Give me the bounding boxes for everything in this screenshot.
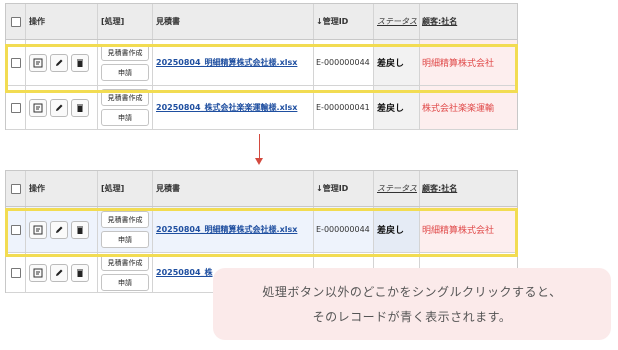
create-quote-button[interactable]: 見積書作成 [101,254,149,271]
table-header: 操作 [処理] 見積書 ↓管理ID ステータス 顧客:社名 [6,170,517,207]
apply-button[interactable]: 申請 [101,64,149,81]
management-id: E-000000044 [316,225,370,234]
header-status[interactable]: ステータス [374,171,420,206]
row-file-cell: 20250804_明細精算株式会社様.xlsx [153,40,314,85]
header-id[interactable]: ↓管理ID [314,4,374,39]
row-id-cell: E-000000041 [314,86,374,129]
row-select-cell [6,40,26,85]
table-header: 操作 [処理] 見積書 ↓管理ID ステータス 顧客:社名 [6,3,517,40]
file-link[interactable]: 20250804_株式会社楽楽運輸様.xlsx [156,102,297,113]
arrow-head [255,158,263,165]
header-select-all-cell [6,171,26,206]
view-icon[interactable] [29,263,47,282]
row-customer-cell: 明細精算株式会社 [420,40,517,85]
select-all-checkbox[interactable] [10,17,21,27]
management-id: E-000000044 [316,58,370,67]
create-quote-button[interactable]: 見積書作成 [101,211,149,228]
header-file[interactable]: 見積書 [153,171,314,206]
customer-name: 明細精算株式会社 [422,59,495,69]
table-row[interactable]: 見積書作成 申請 20250804_株式会社楽楽運輸様.xlsx E-00000… [6,86,517,130]
row-status-cell: 差戻し [374,207,420,252]
row-file-cell: 20250804_明細精算株式会社様.xlsx [153,207,314,252]
status-text: 差戻し [377,104,405,114]
table-row[interactable]: 見積書作成 申請 20250804_明細精算株式会社様.xlsx E-00000… [6,40,517,86]
row-checkbox[interactable] [10,57,21,68]
management-id: E-000000041 [316,103,370,112]
header-proc: [処理] [98,171,153,206]
row-customer-cell: 株式会社楽楽運輸 [420,86,517,129]
trash-icon[interactable] [71,98,89,117]
create-quote-button[interactable]: 見積書作成 [101,89,149,106]
row-ops [26,207,98,252]
file-link[interactable]: 20250804_明細精算株式会社様.xlsx [156,224,297,235]
file-link[interactable]: 20250804_明細精算株式会社様.xlsx [156,57,297,68]
row-ops [26,86,98,129]
row-status-cell: 差戻し [374,86,420,129]
header-select-all-cell [6,4,26,39]
select-all-checkbox[interactable] [10,184,21,194]
trash-icon[interactable] [71,53,89,72]
row-proc: 見積書作成 申請 [98,253,153,292]
customer-name: 明細精算株式会社 [422,226,495,236]
view-icon[interactable] [29,220,47,239]
view-icon[interactable] [29,53,47,72]
table-row-selected[interactable]: 見積書作成 申請 20250804_明細精算株式会社様.xlsx E-00000… [6,207,517,253]
note-line-2: そのレコードが青く表示されます。 [312,310,512,324]
header-proc: [処理] [98,4,153,39]
row-checkbox[interactable] [10,224,21,235]
header-file[interactable]: 見積書 [153,4,314,39]
row-status-cell: 差戻し [374,40,420,85]
status-text: 差戻し [377,226,405,236]
row-proc: 見積書作成 申請 [98,207,153,252]
row-checkbox[interactable] [10,102,21,113]
trash-icon[interactable] [71,220,89,239]
header-customer[interactable]: 顧客:社名 [420,4,517,39]
status-text: 差戻し [377,59,405,69]
row-customer-cell: 明細精算株式会社 [420,207,517,252]
header-ops: 操作 [26,4,98,39]
row-select-cell [6,86,26,129]
row-select-cell [6,207,26,252]
apply-button[interactable]: 申請 [101,109,149,126]
row-checkbox[interactable] [10,267,21,278]
customer-name: 株式会社楽楽運輸 [422,104,495,114]
row-id-cell: E-000000044 [314,40,374,85]
header-customer[interactable]: 顧客:社名 [420,171,517,206]
header-id[interactable]: ↓管理ID [314,171,374,206]
instruction-note: 処理ボタン以外のどこかをシングルクリックすると、 そのレコードが青く表示されます… [213,268,611,340]
row-select-cell [6,253,26,292]
apply-button[interactable]: 申請 [101,274,149,291]
header-status[interactable]: ステータス [374,4,420,39]
row-proc: 見積書作成 申請 [98,86,153,129]
row-ops [26,253,98,292]
header-ops: 操作 [26,171,98,206]
row-id-cell: E-000000044 [314,207,374,252]
row-ops [26,40,98,85]
pencil-icon[interactable] [50,220,68,239]
file-link[interactable]: 20250804_株 [156,267,213,278]
arrow-down-icon [259,134,260,159]
row-proc: 見積書作成 申請 [98,40,153,85]
trash-icon[interactable] [71,263,89,282]
pencil-icon[interactable] [50,98,68,117]
apply-button[interactable]: 申請 [101,231,149,248]
pencil-icon[interactable] [50,263,68,282]
record-table-before: 操作 [処理] 見積書 ↓管理ID ステータス 顧客:社名 見積書作成 申請 2… [5,3,518,130]
row-file-cell: 20250804_株式会社楽楽運輸様.xlsx [153,86,314,129]
view-icon[interactable] [29,98,47,117]
pencil-icon[interactable] [50,53,68,72]
note-line-1: 処理ボタン以外のどこかをシングルクリックすると、 [262,285,562,299]
create-quote-button[interactable]: 見積書作成 [101,44,149,61]
